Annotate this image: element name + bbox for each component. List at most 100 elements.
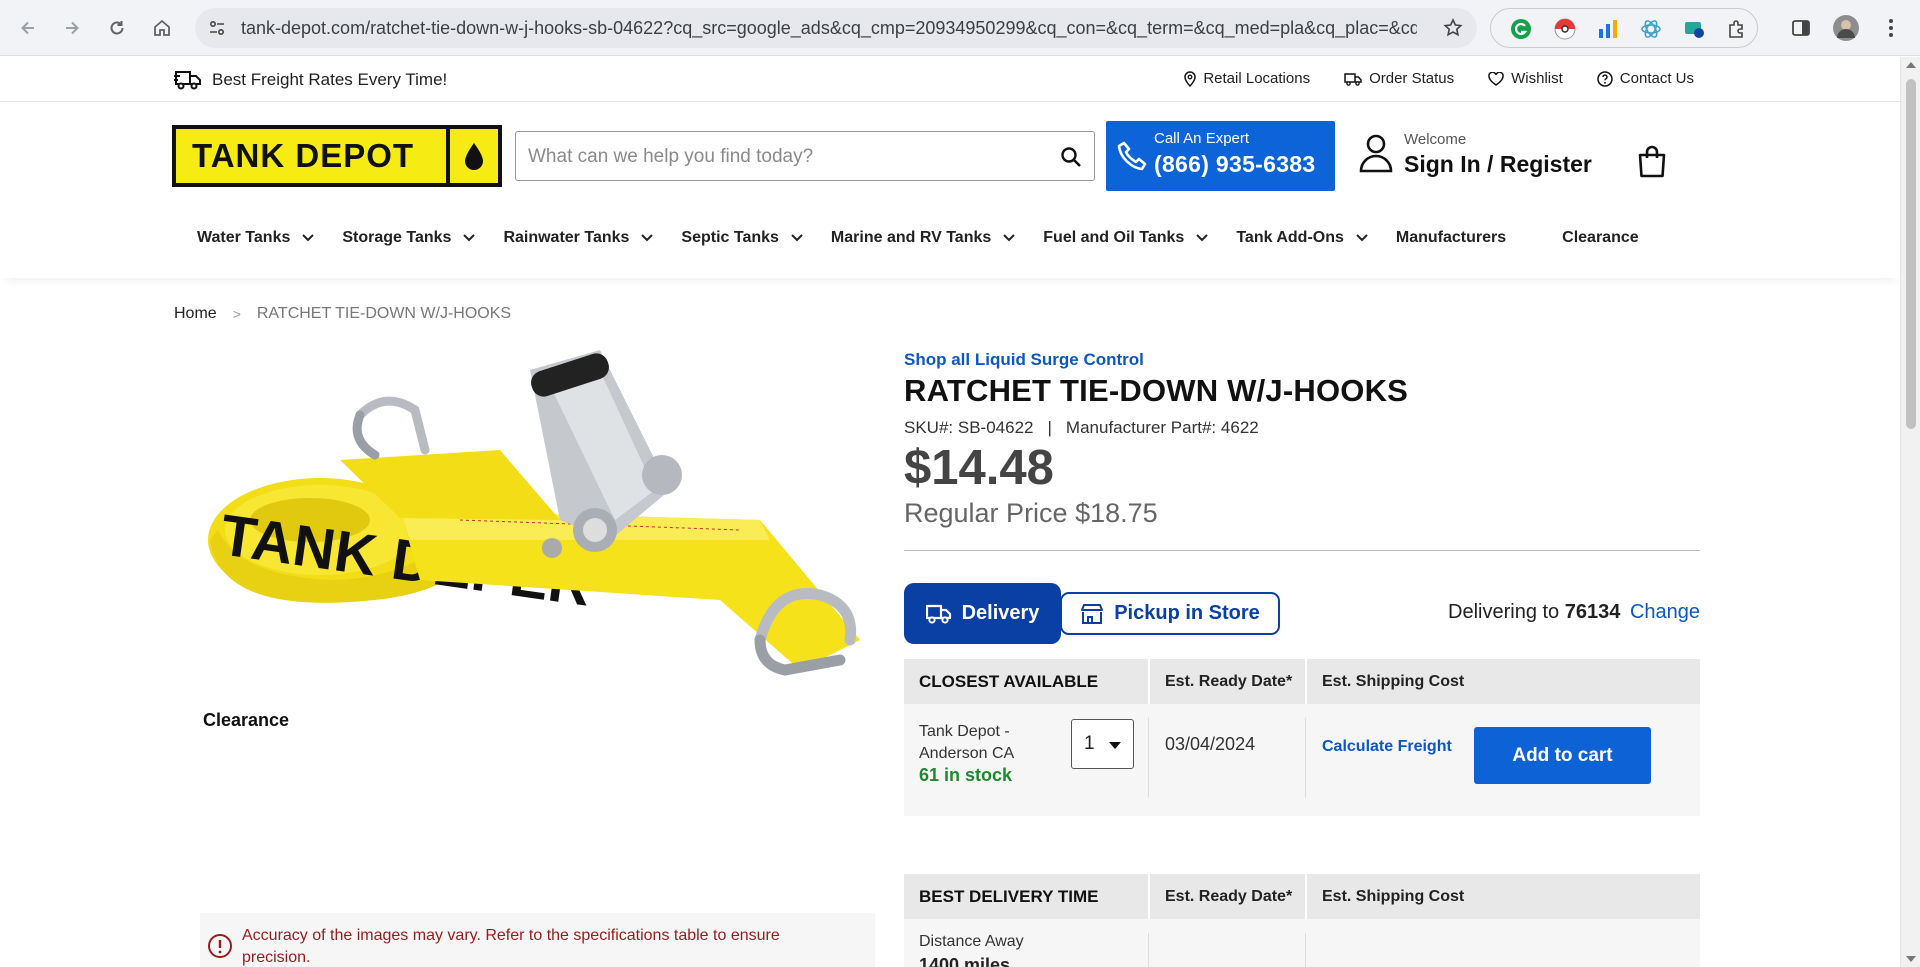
quantity-select[interactable]: 1 — [1071, 719, 1134, 769]
scroll-down-icon[interactable] — [1906, 956, 1916, 962]
welcome-text: Welcome — [1404, 131, 1467, 148]
contact-us-link[interactable]: Contact Us — [1597, 70, 1694, 87]
pickup-label[interactable]: Pickup in Store — [1114, 602, 1260, 625]
extensions-puzzle-icon[interactable] — [1726, 18, 1748, 40]
site-info-icon[interactable] — [205, 16, 229, 40]
utility-bar: Best Freight Rates Every Time! Retail Lo… — [0, 57, 1900, 102]
phone-number[interactable]: (866) 935-6383 — [1154, 151, 1315, 178]
freight-promo: Best Freight Rates Every Time! — [174, 68, 447, 92]
divider — [904, 550, 1700, 551]
delivering-to-label: Delivering to — [1448, 601, 1560, 623]
search-box — [515, 131, 1095, 181]
nav-storage-tanks[interactable]: Storage Tanks — [342, 226, 503, 250]
nav-clearance[interactable]: Clearance — [1562, 226, 1639, 250]
react-extension-icon[interactable] — [1640, 18, 1662, 40]
breadcrumb-home[interactable]: Home — [174, 305, 217, 323]
calculate-freight-link[interactable]: Calculate Freight — [1322, 738, 1452, 756]
stock-count: 61 in stock — [919, 765, 1013, 785]
column-divider — [1148, 933, 1149, 967]
delivery-tab-button[interactable]: Delivery — [904, 583, 1061, 644]
best-delivery-table: BEST DELIVERY TIME Est. Ready Date* Est.… — [904, 874, 1700, 967]
profile-avatar[interactable] — [1832, 14, 1860, 42]
shop-all-link[interactable]: Shop all Liquid Surge Control — [904, 350, 1144, 370]
delivery-truck-icon — [925, 604, 951, 624]
search-icon[interactable] — [1058, 144, 1084, 170]
cart-icon[interactable] — [1636, 144, 1668, 178]
delivery-label[interactable]: Delivery — [962, 602, 1040, 625]
product-image[interactable]: TANK DEPER — [200, 340, 880, 720]
table-row: Tank Depot - Anderson CA 61 in stock 1 0… — [904, 704, 1700, 816]
bookmark-star-icon[interactable] — [1441, 16, 1465, 40]
truck-icon — [174, 71, 201, 90]
caret-down-icon[interactable] — [1109, 742, 1121, 749]
scrollbar-thumb[interactable] — [1906, 79, 1916, 429]
image-accuracy-text: Accuracy of the images may vary. Refer t… — [242, 927, 780, 966]
column-divider — [1305, 718, 1306, 798]
nav-septic-tanks[interactable]: Septic Tanks — [681, 226, 831, 250]
delivery-zip: 76134 — [1564, 601, 1621, 623]
chevron-down-icon[interactable] — [1196, 234, 1209, 242]
logo-text: TANK DEPOT — [192, 137, 415, 174]
sale-price: $14.48 — [904, 441, 1054, 495]
order-status-link[interactable]: Order Status — [1344, 70, 1454, 87]
sku-divider: | — [1047, 418, 1052, 437]
url-text[interactable]: tank-depot.com/ratchet-tie-down-w-j-hook… — [241, 18, 1417, 39]
tank-depot-logo[interactable]: TANK DEPOT — [172, 125, 502, 187]
distance-value: 1400 miles — [919, 955, 1011, 967]
home-icon[interactable] — [148, 14, 176, 42]
pokeball-extension-icon[interactable] — [1554, 18, 1576, 40]
nav-fuel-oil-tanks[interactable]: Fuel and Oil Tanks — [1043, 226, 1236, 250]
reload-icon[interactable] — [103, 14, 131, 42]
sku-line: SKU#: SB-04622 | Manufacturer Part#: 4622 — [904, 418, 1259, 438]
grammarly-extension-icon[interactable] — [1510, 18, 1532, 40]
retail-locations-link[interactable]: Retail Locations — [1184, 70, 1310, 87]
browser-menu-icon[interactable] — [1877, 14, 1905, 42]
wishlist-link[interactable]: Wishlist — [1488, 70, 1563, 87]
best-delivery-heading: BEST DELIVERY TIME — [919, 887, 1099, 906]
chevron-down-icon[interactable] — [463, 234, 476, 242]
shipping-cost-header: Est. Shipping Cost — [1322, 888, 1465, 905]
column-divider — [1305, 874, 1307, 919]
delivery-truck-icon — [1344, 72, 1362, 86]
nav-water-tanks[interactable]: Water Tanks — [197, 226, 342, 250]
breadcrumb-current: RATCHET TIE-DOWN W/J-HOOKS — [256, 305, 512, 322]
back-icon[interactable] — [14, 14, 42, 42]
analytics-extension-icon[interactable] — [1597, 18, 1619, 40]
page-scrollbar[interactable] — [1900, 57, 1920, 967]
nav-manufacturers[interactable]: Manufacturers — [1396, 226, 1506, 250]
column-divider — [1148, 718, 1149, 798]
call-expert-button[interactable]: Call An Expert (866) 935-6383 — [1106, 121, 1335, 191]
scroll-up-icon[interactable] — [1906, 62, 1916, 68]
help-circle-icon — [1597, 70, 1613, 87]
add-to-cart-button[interactable]: Add to cart — [1474, 727, 1651, 784]
chevron-down-icon[interactable] — [1356, 234, 1368, 242]
map-pin-icon — [1184, 70, 1197, 87]
sign-in-register-link[interactable]: Sign In / Register — [1404, 151, 1592, 178]
pickup-in-store-button[interactable]: Pickup in Store — [1060, 592, 1280, 635]
change-zip-link[interactable]: Change — [1630, 601, 1700, 623]
call-expert-label: Call An Expert — [1154, 130, 1250, 147]
table-header: CLOSEST AVAILABLE Est. Ready Date* Est. … — [904, 659, 1700, 704]
extensions-bar — [1490, 8, 1758, 48]
regular-price: Regular Price $18.75 — [904, 498, 1158, 528]
store-name: Tank Depot - Anderson CA — [919, 723, 1015, 762]
sku-label: SKU#: — [904, 418, 954, 437]
clearance-tag: Clearance — [203, 710, 290, 730]
promo-text: Best Freight Rates Every Time! — [212, 70, 448, 89]
nav-tank-add-ons[interactable]: Tank Add-Ons — [1236, 226, 1396, 250]
table-row: Distance Away 1400 miles — [904, 919, 1700, 967]
side-panel-icon[interactable] — [1787, 14, 1815, 42]
screen-capture-extension-icon[interactable] — [1683, 18, 1705, 40]
table-header: BEST DELIVERY TIME Est. Ready Date* Est.… — [904, 874, 1700, 919]
main-navigation: Water Tanks Storage Tanks Rainwater Tank… — [0, 220, 1900, 278]
nav-marine-rv-tanks[interactable]: Marine and RV Tanks — [831, 226, 1043, 250]
nav-rainwater-tanks[interactable]: Rainwater Tanks — [503, 226, 681, 250]
chevron-down-icon[interactable] — [302, 234, 315, 242]
chevron-down-icon[interactable] — [641, 234, 654, 242]
chevron-down-icon[interactable] — [1003, 234, 1015, 242]
chevron-down-icon[interactable] — [791, 234, 803, 242]
quantity-value[interactable]: 1 — [1084, 733, 1095, 755]
address-bar[interactable]: tank-depot.com/ratchet-tie-down-w-j-hook… — [195, 8, 1477, 48]
forward-icon[interactable] — [58, 14, 86, 42]
search-input[interactable] — [528, 142, 1028, 172]
